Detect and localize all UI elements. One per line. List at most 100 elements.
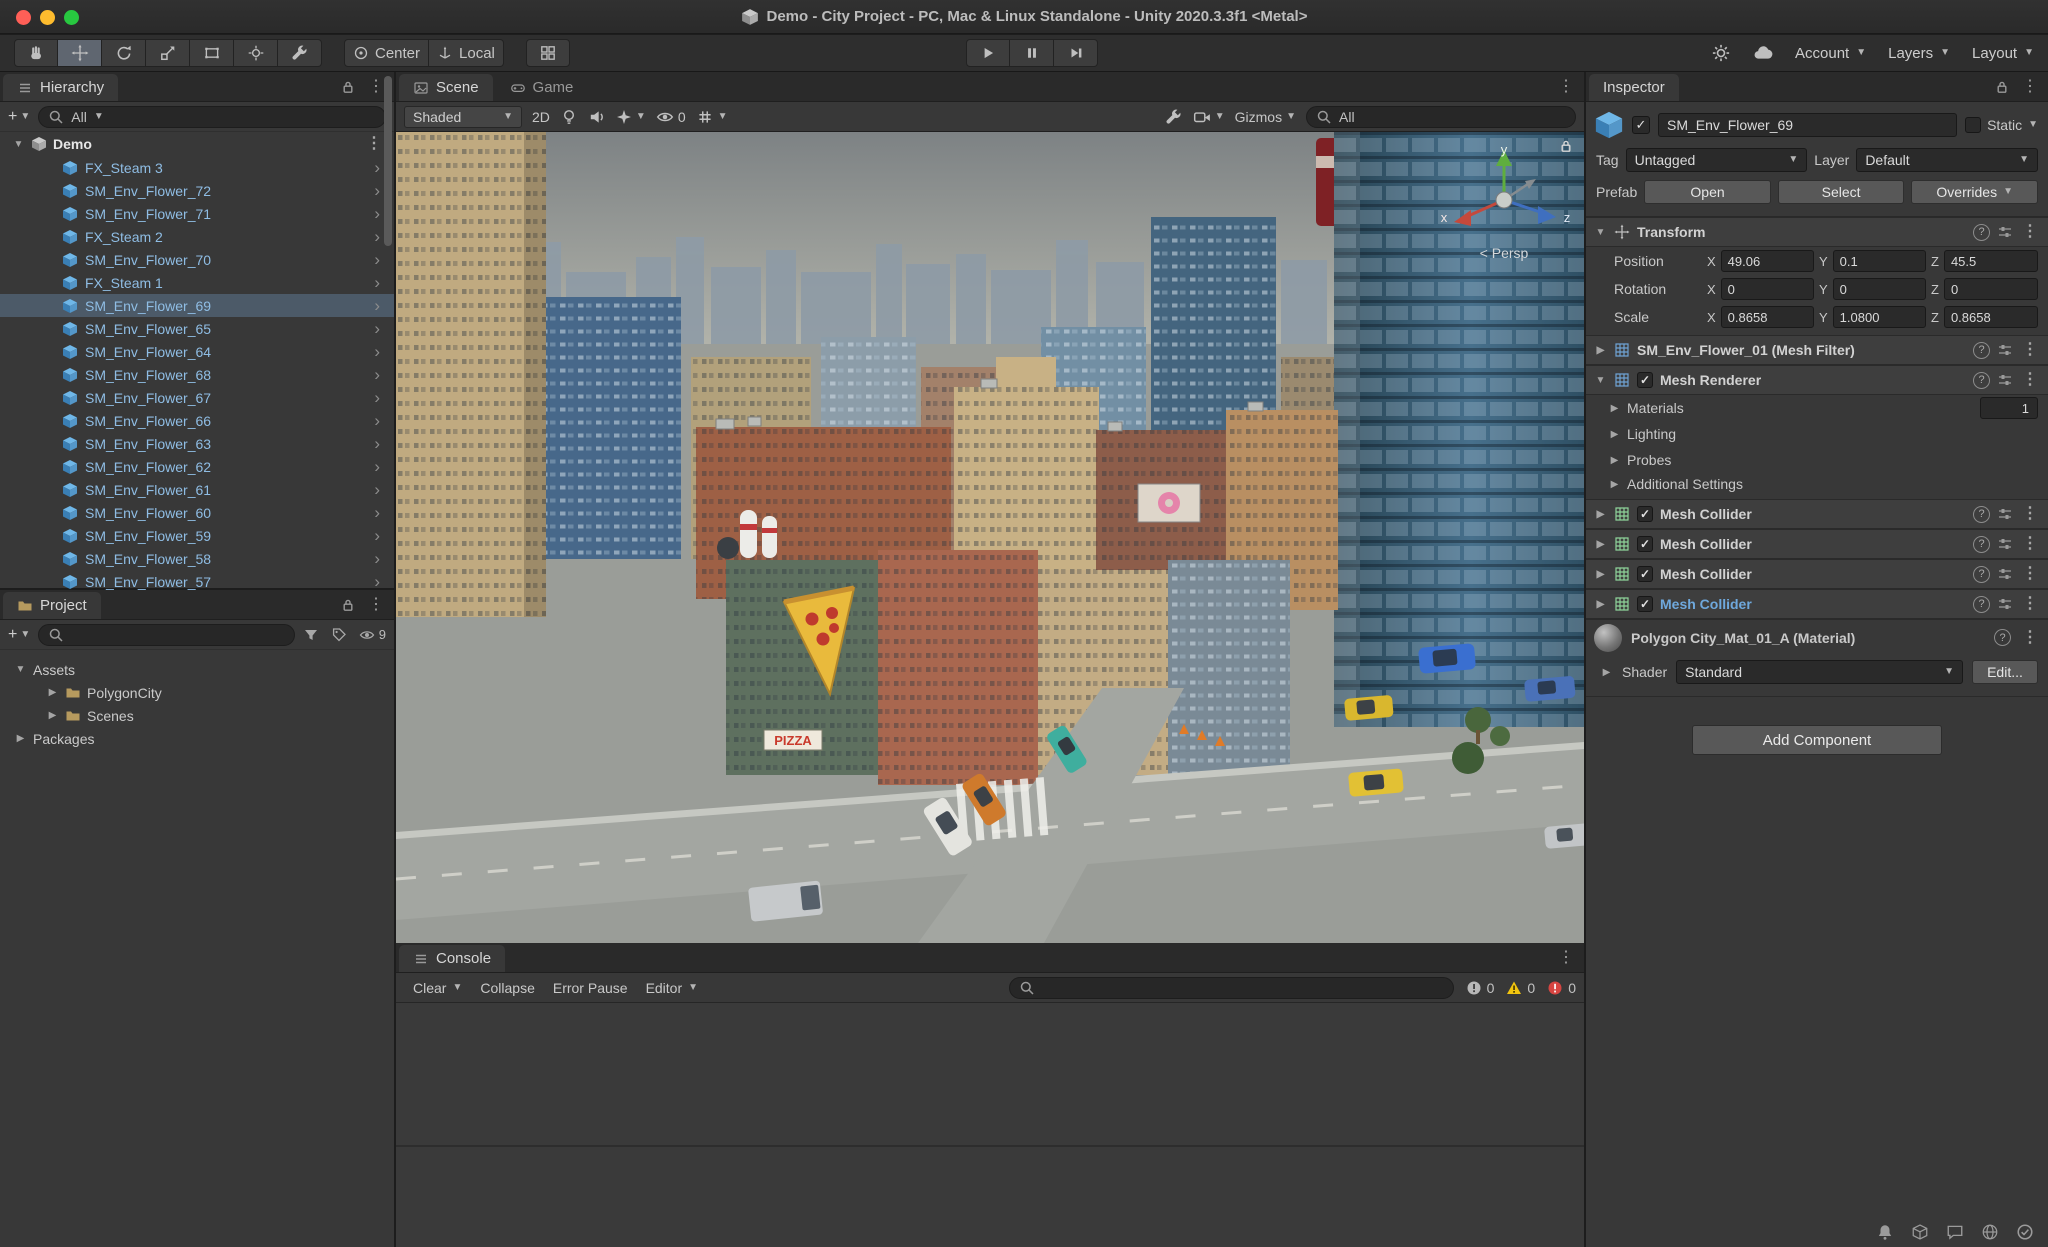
hierarchy-item[interactable]: SM_Env_Flower_70 › <box>0 248 394 271</box>
chevron-right-icon[interactable]: › <box>374 274 380 291</box>
rotation-y-field[interactable]: 0 <box>1832 278 1926 300</box>
chevron-right-icon[interactable]: › <box>374 251 380 268</box>
tab-hierarchy[interactable]: Hierarchy <box>3 74 119 101</box>
hierarchy-item[interactable]: SM_Env_Flower_58 › <box>0 547 394 570</box>
position-z-field[interactable]: 45.5 <box>1943 250 2038 272</box>
component-menu-icon[interactable]: ⋮ <box>2020 224 2040 240</box>
move-tool-button[interactable] <box>58 39 102 67</box>
message-icon[interactable] <box>1946 1223 1964 1241</box>
hierarchy-item[interactable]: SM_Env_Flower_66 › <box>0 409 394 432</box>
chevron-right-icon[interactable]: › <box>374 228 380 245</box>
scene-viewport[interactable]: PIZZA y x z < Persp <box>396 132 1584 943</box>
chevron-right-icon[interactable]: › <box>374 435 380 452</box>
position-y-field[interactable]: 0.1 <box>1832 250 1926 272</box>
foldout-open-icon[interactable]: ▼ <box>12 139 25 150</box>
create-object-button[interactable]: + ▼ <box>8 108 30 126</box>
project-folder-scenes[interactable]: ▶ Scenes <box>0 704 394 727</box>
component-enabled-checkbox[interactable]: ✓ <box>1637 566 1653 582</box>
hidden-packages-toggle[interactable]: 9 <box>359 627 386 643</box>
console-clear-button[interactable]: Clear ▼ <box>404 977 471 999</box>
component-enabled-checkbox[interactable]: ✓ <box>1637 536 1653 552</box>
lighting-foldout[interactable]: ▶ Lighting <box>1586 421 2048 447</box>
material-header[interactable]: Polygon City_Mat_01_A (Material) ? ⋮ <box>1586 619 2048 655</box>
hierarchy-item[interactable]: SM_Env_Flower_60 › <box>0 501 394 524</box>
minimize-window-button[interactable] <box>40 10 55 25</box>
scene-lock-icon[interactable] <box>1558 138 1574 154</box>
console-editor-dropdown[interactable]: Editor ▼ <box>637 977 707 999</box>
materials-foldout[interactable]: ▶ Materials 1 <box>1586 395 2048 421</box>
component-enabled-checkbox[interactable]: ✓ <box>1637 596 1653 612</box>
editor-settings-icon[interactable] <box>1711 43 1731 63</box>
step-button[interactable] <box>1054 39 1098 67</box>
component-menu-icon[interactable]: ⋮ <box>2020 596 2040 612</box>
chevron-right-icon[interactable]: › <box>374 159 380 176</box>
help-icon[interactable]: ? <box>1973 565 1990 583</box>
tab-console[interactable]: Console <box>399 945 506 972</box>
project-folder-assets[interactable]: ▼ Assets <box>0 658 394 681</box>
hierarchy-item-selected[interactable]: SM_Env_Flower_69 › <box>0 294 394 317</box>
hand-tool-button[interactable] <box>14 39 58 67</box>
hierarchy-item[interactable]: FX_Steam 1 › <box>0 271 394 294</box>
rotation-z-field[interactable]: 0 <box>1943 278 2038 300</box>
chevron-right-icon[interactable]: › <box>374 504 380 521</box>
draw-mode-dropdown[interactable]: Shaded ▼ <box>404 105 522 128</box>
scene-audio-icon[interactable] <box>588 108 606 126</box>
panel-menu-icon[interactable]: ⋮ <box>1556 78 1576 95</box>
console-error-toggle[interactable]: 0 <box>1547 980 1576 996</box>
hierarchy-item[interactable]: SM_Env_Flower_62 › <box>0 455 394 478</box>
hierarchy-item[interactable]: SM_Env_Flower_63 › <box>0 432 394 455</box>
prefab-select-button[interactable]: Select <box>1777 180 1905 204</box>
foldout-open-icon[interactable]: ▼ <box>1594 227 1607 238</box>
shader-dropdown[interactable]: Standard ▼ <box>1676 660 1963 684</box>
chevron-right-icon[interactable]: › <box>374 320 380 337</box>
chevron-right-icon[interactable]: › <box>374 343 380 360</box>
hierarchy-scrollbar[interactable] <box>382 72 392 588</box>
chevron-right-icon[interactable]: › <box>374 527 380 544</box>
lock-icon[interactable] <box>1994 79 2010 95</box>
component-menu-icon[interactable]: ⋮ <box>2020 342 2040 358</box>
hierarchy-item[interactable]: SM_Env_Flower_65 › <box>0 317 394 340</box>
chevron-right-icon[interactable]: › <box>374 550 380 567</box>
help-icon[interactable]: ? <box>1994 629 2011 646</box>
hierarchy-item[interactable]: SM_Env_Flower_72 › <box>0 179 394 202</box>
mesh-renderer-header[interactable]: ▼ ✓ Mesh Renderer ? ⋮ <box>1586 365 2048 395</box>
scene-visibility-toggle[interactable]: 0 <box>656 108 686 126</box>
scene-effects-dropdown[interactable]: ▼ <box>616 109 646 125</box>
chevron-right-icon[interactable]: › <box>374 458 380 475</box>
layer-dropdown[interactable]: Default ▼ <box>1856 148 2039 172</box>
pause-button[interactable] <box>1010 39 1054 67</box>
create-asset-button[interactable]: + ▼ <box>8 626 30 644</box>
space-local-button[interactable]: Local <box>429 39 504 67</box>
pivot-center-button[interactable]: Center <box>344 39 430 67</box>
chevron-right-icon[interactable]: › <box>374 182 380 199</box>
materials-count-field[interactable]: 1 <box>1980 397 2038 419</box>
project-search-input[interactable] <box>38 623 295 646</box>
zoom-window-button[interactable] <box>64 10 79 25</box>
transform-component-header[interactable]: ▼ Transform ? ⋮ <box>1586 217 2048 247</box>
orientation-gizmo[interactable]: y x z < Persp <box>1426 142 1576 270</box>
hierarchy-item[interactable]: SM_Env_Flower_68 › <box>0 363 394 386</box>
project-folder-polygoncity[interactable]: ▶ PolygonCity <box>0 681 394 704</box>
mesh-collider-header[interactable]: ▶ ✓ Mesh Collider ? ⋮ <box>1586 499 2048 529</box>
tab-project[interactable]: Project <box>3 592 101 619</box>
foldout-closed-icon[interactable]: ▶ <box>1594 345 1607 356</box>
scale-z-field[interactable]: 0.8658 <box>1943 306 2038 328</box>
layers-dropdown[interactable]: Layers ▼ <box>1888 45 1950 62</box>
foldout-open-icon[interactable]: ▼ <box>1594 375 1607 386</box>
chevron-right-icon[interactable]: › <box>374 412 380 429</box>
hierarchy-item[interactable]: SM_Env_Flower_61 › <box>0 478 394 501</box>
foldout-closed-icon[interactable]: ▶ <box>1594 509 1607 520</box>
mesh-collider-header-highlighted[interactable]: ▶ ✓ Mesh Collider ? ⋮ <box>1586 589 2048 619</box>
hierarchy-scene-row[interactable]: ▼ Demo ⋮ <box>0 132 394 156</box>
hierarchy-search-input[interactable]: All ▼ <box>38 105 386 128</box>
presets-icon[interactable] <box>1997 506 2013 522</box>
search-by-label-icon[interactable] <box>331 627 347 643</box>
static-checkbox[interactable] <box>1965 117 1982 133</box>
gizmos-dropdown[interactable]: Gizmos ▼ <box>1235 109 1296 125</box>
component-menu-icon[interactable]: ⋮ <box>2020 372 2040 388</box>
mesh-filter-header[interactable]: ▶ SM_Env_Flower_01 (Mesh Filter) ? ⋮ <box>1586 335 2048 365</box>
console-splitter[interactable] <box>396 1144 1584 1147</box>
foldout-closed-icon[interactable]: ▶ <box>46 687 59 698</box>
progress-check-icon[interactable] <box>2016 1223 2034 1241</box>
lock-icon[interactable] <box>340 79 356 95</box>
